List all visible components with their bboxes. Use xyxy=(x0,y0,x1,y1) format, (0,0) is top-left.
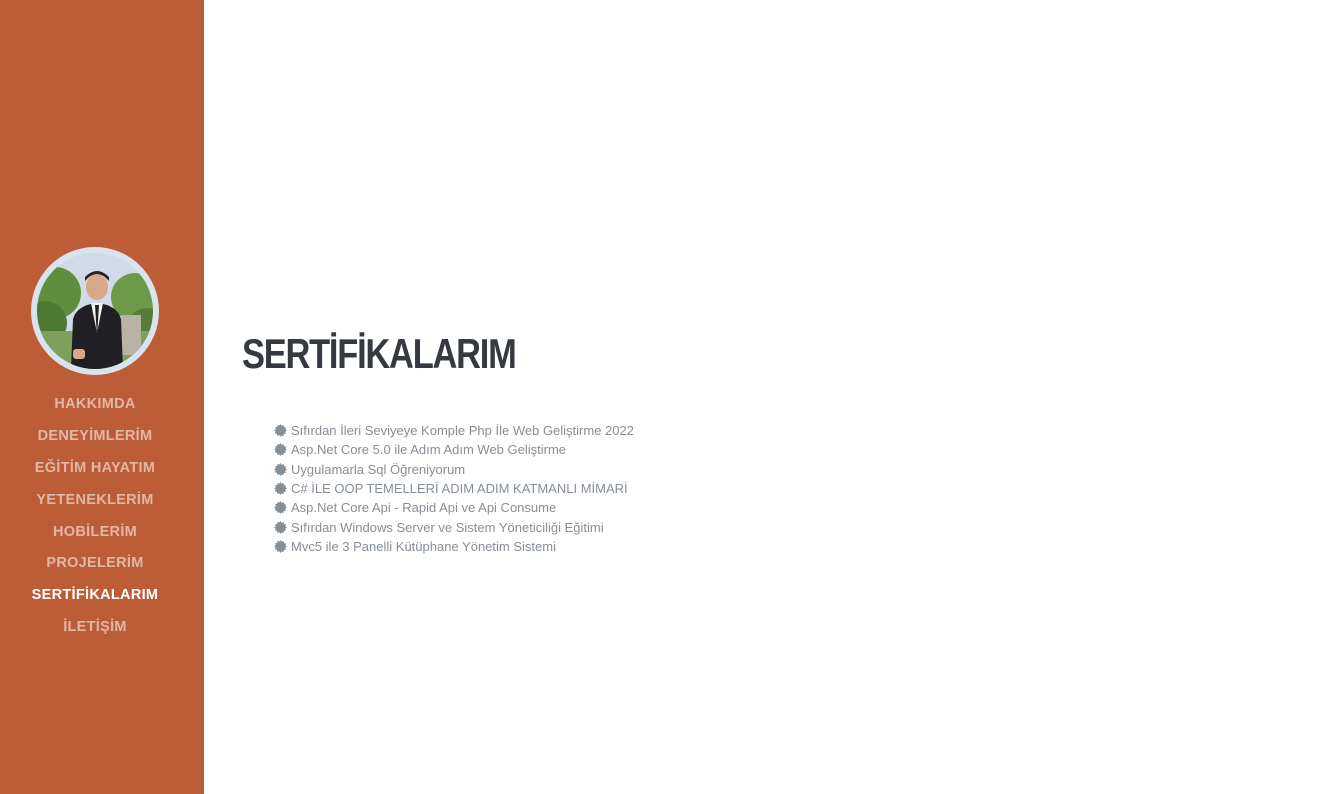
section-title: SERTİFİKALARIM xyxy=(242,330,517,377)
nav-item-projelerim[interactable]: PROJELERİM xyxy=(0,551,190,583)
certificate-icon xyxy=(274,443,287,457)
sidebar: HAKKIMDA DENEYİMLERİM EĞİTİM HAYATIM YET… xyxy=(0,0,204,794)
avatar-photo xyxy=(37,253,153,369)
certificate-icon xyxy=(274,482,287,496)
certificate-item: Asp.Net Core 5.0 ile Adım Adım Web Geliş… xyxy=(274,440,634,459)
avatar[interactable] xyxy=(31,247,159,375)
certificate-icon xyxy=(274,501,287,515)
certificate-item: Mvc5 ile 3 Panelli Kütüphane Yönetim Sis… xyxy=(274,537,634,556)
certificate-list: Sıfırdan İleri Seviyeye Komple Php İle W… xyxy=(274,421,634,556)
certificate-icon xyxy=(274,424,287,438)
nav-item-hobilerim[interactable]: HOBİLERİM xyxy=(0,520,190,552)
certificate-text: Sıfırdan Windows Server ve Sistem Yöneti… xyxy=(291,519,604,535)
nav-item-sertifikalarim[interactable]: SERTİFİKALARIM xyxy=(0,583,190,615)
certificate-item: Uygulamarla Sql Öğreniyorum xyxy=(274,460,634,479)
certificate-icon xyxy=(274,462,287,476)
nav-item-egitim-hayatim[interactable]: EĞİTİM HAYATIM xyxy=(0,456,190,488)
certificate-item: Sıfırdan İleri Seviyeye Komple Php İle W… xyxy=(274,421,634,440)
certificate-text: Asp.Net Core 5.0 ile Adım Adım Web Geliş… xyxy=(291,442,567,458)
nav-item-hakkimda[interactable]: HAKKIMDA xyxy=(0,392,190,424)
sidebar-nav: HAKKIMDA DENEYİMLERİM EĞİTİM HAYATIM YET… xyxy=(0,392,190,647)
certificate-text: Asp.Net Core Api - Rapid Api ve Api Cons… xyxy=(291,500,557,516)
certificate-icon xyxy=(274,539,287,553)
certificate-item: Asp.Net Core Api - Rapid Api ve Api Cons… xyxy=(274,498,634,517)
certificate-text: Sıfırdan İleri Seviyeye Komple Php İle W… xyxy=(291,423,634,439)
certificate-text: Uygulamarla Sql Öğreniyorum xyxy=(291,461,466,477)
certificate-icon xyxy=(274,520,287,534)
main-content: SERTİFİKALARIM Sıfırdan İleri Seviyeye K… xyxy=(204,0,1331,794)
certificate-item: Sıfırdan Windows Server ve Sistem Yöneti… xyxy=(274,517,634,536)
certificate-text: Mvc5 ile 3 Panelli Kütüphane Yönetim Sis… xyxy=(291,538,556,554)
nav-item-yeteneklerim[interactable]: YETENEKLERİM xyxy=(0,488,190,520)
nav-item-deneyimlerim[interactable]: DENEYİMLERİM xyxy=(0,424,190,456)
certificate-item: C# İLE OOP TEMELLERİ ADIM ADIM KATMANLI … xyxy=(274,479,634,498)
certificate-text: C# İLE OOP TEMELLERİ ADIM ADIM KATMANLI … xyxy=(291,481,628,497)
nav-item-iletisim[interactable]: İLETİŞİM xyxy=(0,615,190,647)
